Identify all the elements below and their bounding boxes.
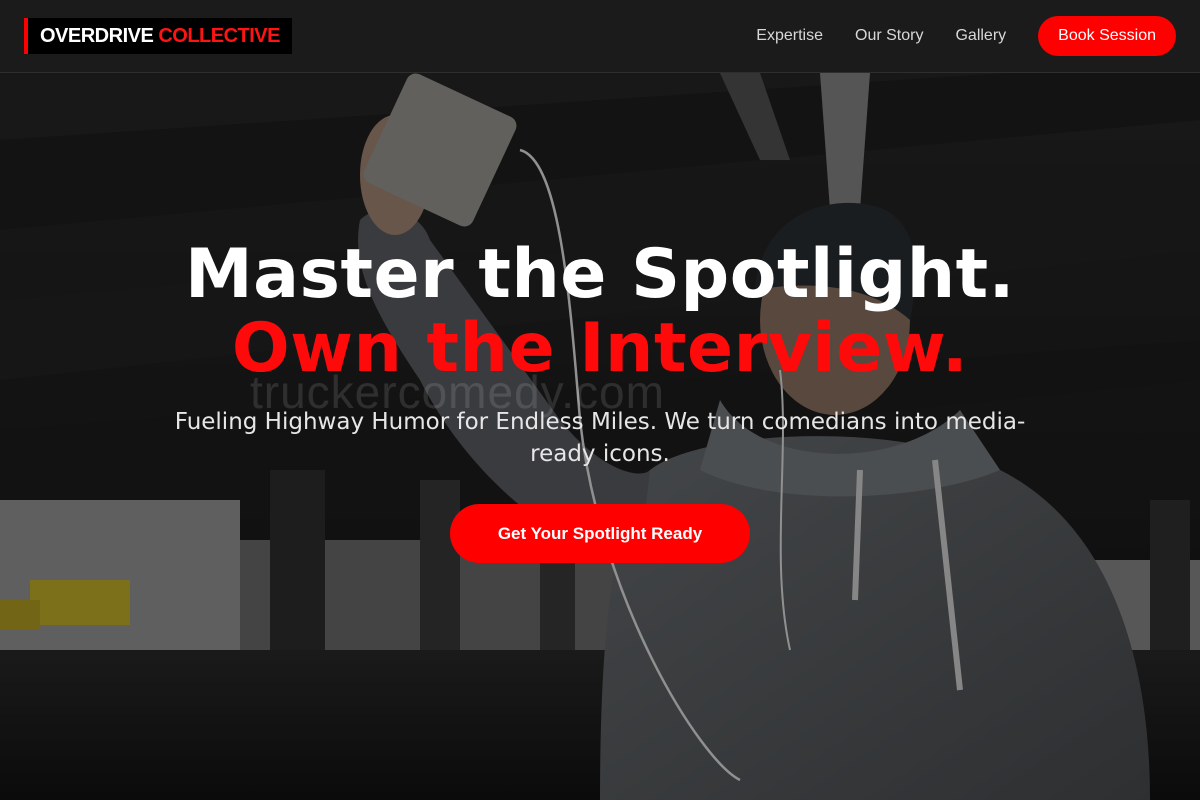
site-header: OVERDRIVE COLLECTIVE Expertise Our Story… [0,0,1200,73]
headline-line-2: Own the Interview. [231,309,969,388]
logo-word-primary: OVERDRIVE [40,24,154,47]
hero-section: Master the Spotlight. Own the Interview.… [0,238,1200,563]
get-spotlight-ready-button[interactable]: Get Your Spotlight Ready [450,504,750,563]
book-session-button[interactable]: Book Session [1038,16,1176,56]
nav-link-gallery[interactable]: Gallery [955,27,1006,45]
nav-link-expertise[interactable]: Expertise [756,27,823,45]
main-nav: Expertise Our Story Gallery Book Session [724,16,1176,56]
hero-headline: Master the Spotlight. Own the Interview. [0,238,1200,386]
logo-word-accent: COLLECTIVE [158,24,280,47]
hero-subtitle: Fueling Highway Humor for Endless Miles.… [174,409,1026,467]
headline-line-1: Master the Spotlight. [185,235,1015,314]
nav-link-our-story[interactable]: Our Story [855,27,923,45]
site-logo[interactable]: OVERDRIVE COLLECTIVE [24,18,292,54]
